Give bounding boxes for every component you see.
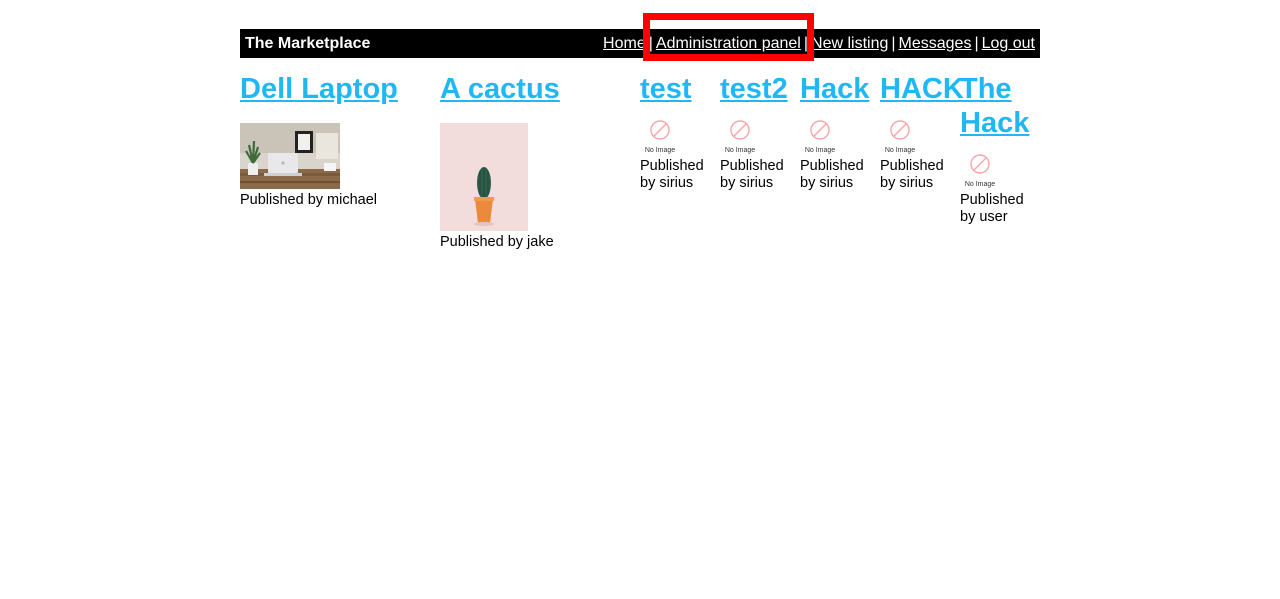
cactus-photo[interactable] [440, 123, 528, 231]
listing-item: test No Image Published by sirius [640, 72, 720, 192]
nav-separator: | [648, 34, 653, 52]
listing-title-link[interactable]: A cactus [440, 73, 560, 105]
no-image-caption: No Image [804, 147, 836, 154]
listing-title-link[interactable]: test2 [720, 73, 788, 105]
no-image-icon [730, 120, 750, 140]
no-image-icon [970, 154, 990, 174]
no-image-caption: No Image [644, 147, 676, 154]
listings-grid: Dell Laptop Published by michael A cactu… [240, 58, 1040, 318]
nav-logout-link[interactable]: Log out [982, 35, 1035, 52]
listing-item: HACK No Image Published by sirius [880, 72, 964, 192]
nav-new-listing-link[interactable]: New listing [811, 35, 888, 52]
publisher-text: Published by user [960, 192, 1024, 225]
listing-title-link[interactable]: Hack [800, 73, 869, 105]
listing-title-link[interactable]: Dell Laptop [240, 73, 398, 105]
listing-item: Hack No Image Published by sirius [800, 72, 880, 192]
no-image-icon [890, 120, 910, 140]
listing-item: A cactus Published by jake [440, 72, 640, 251]
publisher-text: Published by sirius [720, 158, 784, 191]
nav-links: Home | Administration panel | New listing | Me… [603, 12, 1035, 61]
listing-title-link[interactable]: test [640, 73, 692, 105]
listing-title-link[interactable]: HACK [880, 73, 964, 105]
no-image-placeholder[interactable]: No Image [960, 153, 1000, 189]
no-image-icon [810, 120, 830, 140]
site-title: The Marketplace [245, 34, 371, 52]
publisher-text: Published by sirius [880, 158, 944, 191]
listing-item: test2 No Image Published by sirius [720, 72, 800, 192]
no-image-caption: No Image [964, 181, 996, 188]
highlight-box: Administration panel [642, 12, 814, 61]
nav-separator: | [974, 34, 979, 52]
no-image-placeholder[interactable]: No Image [640, 119, 680, 155]
no-image-caption: No Image [724, 147, 756, 154]
listing-title-link[interactable]: The Hack [960, 73, 1029, 139]
nav-admin-panel-link[interactable]: Administration panel [656, 35, 801, 52]
publisher-text: Published by sirius [800, 158, 864, 191]
publisher-text: Published by sirius [640, 158, 704, 191]
navbar: The Marketplace Home | Administration pane… [240, 12, 1040, 61]
no-image-caption: No Image [884, 147, 916, 154]
no-image-placeholder[interactable]: No Image [720, 119, 760, 155]
nav-home-link[interactable]: Home [603, 35, 646, 52]
no-image-icon [650, 120, 670, 140]
no-image-placeholder[interactable]: No Image [800, 119, 840, 155]
listing-item: The Hack No Image Published by user [960, 72, 1040, 226]
nav-separator: | [891, 34, 896, 52]
publisher-text: Published by michael [240, 192, 378, 208]
publisher-text: Published by jake [440, 234, 554, 250]
nav-separator: | [803, 34, 809, 52]
no-image-placeholder[interactable]: No Image [880, 119, 920, 155]
listing-item: Dell Laptop Published by michael [240, 72, 440, 209]
page-container: The Marketplace Home | Administration pane… [240, 12, 1040, 318]
nav-messages-link[interactable]: Messages [899, 35, 972, 52]
laptop-photo[interactable] [240, 123, 340, 189]
